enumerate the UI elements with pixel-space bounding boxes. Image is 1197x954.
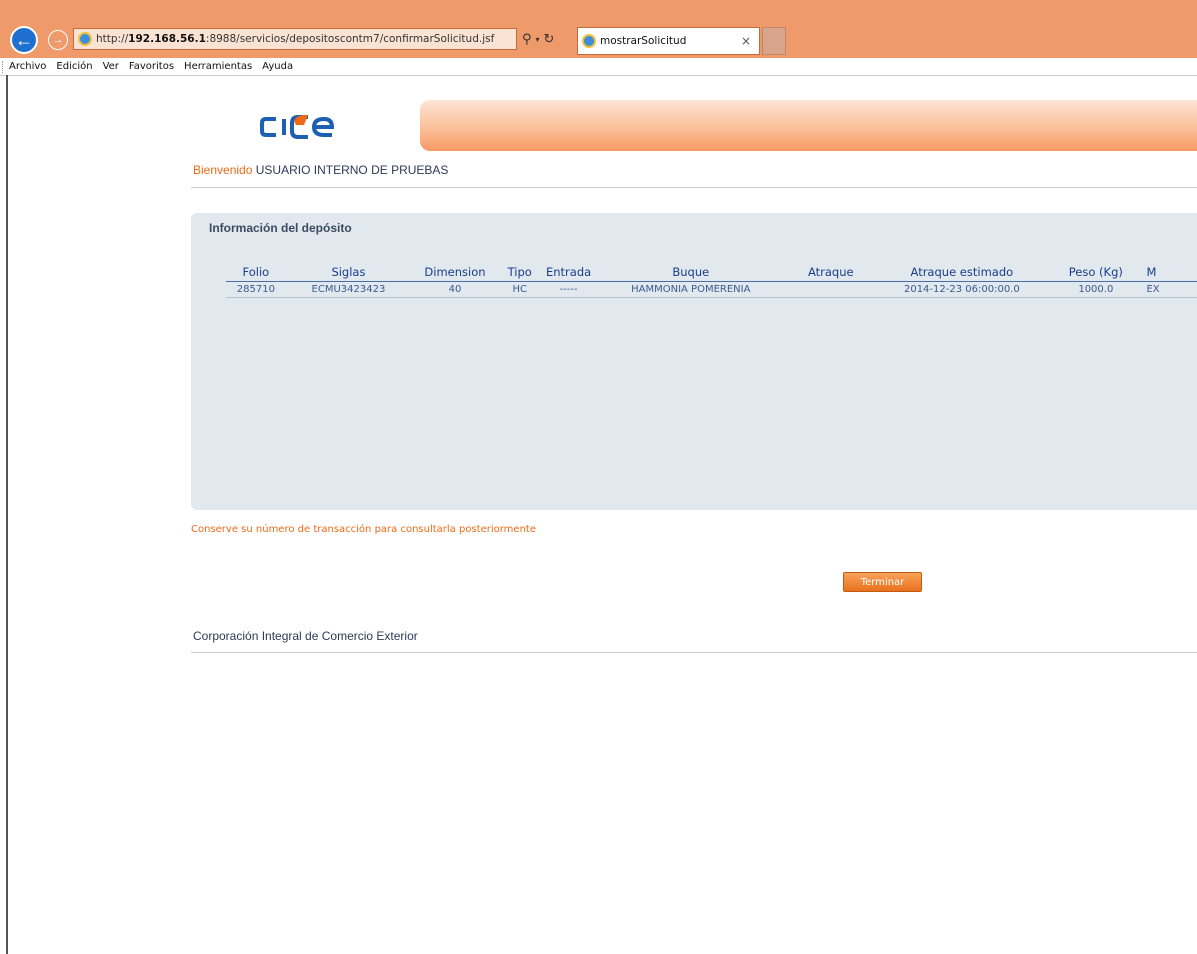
- cell-peso: 1000.0: [1047, 281, 1145, 298]
- dropdown-icon[interactable]: ▾: [536, 35, 540, 44]
- column-header-siglas: Siglas: [285, 263, 412, 282]
- footer-text: Corporación Integral de Comercio Exterio…: [193, 629, 418, 643]
- menu-edicion[interactable]: Edición: [56, 61, 92, 72]
- column-header-tipo: Tipo: [498, 263, 541, 282]
- ie-page-icon: [78, 32, 92, 46]
- menu-bar: Archivo Edición Ver Favoritos Herramient…: [0, 58, 1197, 76]
- refresh-icon[interactable]: ↻: [544, 32, 555, 47]
- cell-buque: HAMMONIA POMERENIA: [596, 281, 786, 298]
- new-tab-button[interactable]: [762, 27, 786, 55]
- browser-titlebar: ← → http://192.168.56.1:8988/servicios/d…: [0, 0, 1197, 58]
- column-header-peso: Peso (Kg): [1047, 263, 1145, 282]
- cell-tipo: HC: [498, 281, 541, 298]
- forward-arrow-icon[interactable]: →: [48, 30, 68, 50]
- address-tools: ⚲ ▾ ↻: [522, 30, 572, 48]
- menu-grip: [2, 60, 9, 73]
- column-header-entrada: Entrada: [540, 263, 597, 282]
- url-prefix: http://: [96, 33, 129, 45]
- menu-archivo[interactable]: Archivo: [9, 61, 46, 72]
- browser-tab[interactable]: mostrarSolicitud ×: [577, 27, 760, 55]
- window-left-border: [6, 75, 8, 954]
- table-header-row: Folio Siglas Dimension Tipo Entrada Buqu…: [226, 263, 1197, 282]
- column-header-atraque-estimado: Atraque estimado: [876, 263, 1048, 282]
- column-header-atraque: Atraque: [785, 263, 877, 282]
- address-bar[interactable]: http://192.168.56.1:8988/servicios/depos…: [73, 28, 517, 50]
- welcome-message: Bienvenido USUARIO INTERNO DE PRUEBAS: [193, 163, 448, 177]
- divider-bottom: [191, 652, 1197, 653]
- divider-top: [191, 187, 1197, 188]
- back-arrow-icon[interactable]: ←: [10, 26, 38, 54]
- url-path: :8988/servicios/depositoscontm7/confirma…: [205, 33, 495, 45]
- tab-title: mostrarSolicitud: [600, 35, 687, 47]
- column-header-m: M: [1144, 263, 1197, 282]
- menu-herramientas[interactable]: Herramientas: [184, 61, 252, 72]
- deposit-table: Folio Siglas Dimension Tipo Entrada Buqu…: [226, 263, 1197, 298]
- menu-favoritos[interactable]: Favoritos: [129, 61, 174, 72]
- panel-title: Información del depósito: [209, 221, 352, 235]
- close-tab-icon[interactable]: ×: [741, 34, 751, 48]
- welcome-word: Bienvenido: [193, 163, 253, 177]
- cell-atraque: [785, 281, 877, 298]
- cell-atraque-estimado: 2014-12-23 06:00:00.0: [876, 281, 1048, 298]
- column-header-folio: Folio: [226, 263, 286, 282]
- user-name: USUARIO INTERNO DE PRUEBAS: [255, 163, 449, 177]
- column-header-buque: Buque: [596, 263, 786, 282]
- cell-m: EX: [1144, 281, 1197, 298]
- cell-dimension: 40: [411, 281, 499, 298]
- menu-ayuda[interactable]: Ayuda: [262, 61, 293, 72]
- transaction-notice: Conserve su número de transacción para c…: [191, 524, 536, 535]
- search-icon[interactable]: ⚲: [522, 32, 532, 47]
- cice-logo: [260, 115, 335, 139]
- deposit-info-panel: Información del depósito Folio Siglas Di…: [191, 213, 1197, 510]
- header-banner: [420, 100, 1197, 151]
- ie-tab-icon: [582, 34, 596, 48]
- table-row: 285710 ECMU3423423 40 HC ----- HAMMONIA …: [226, 281, 1197, 298]
- terminar-button[interactable]: Terminar: [843, 572, 922, 592]
- cell-entrada: -----: [540, 281, 597, 298]
- column-header-dimension: Dimension: [411, 263, 499, 282]
- cell-folio: 285710: [226, 281, 286, 298]
- url-host: 192.168.56.1: [128, 33, 206, 45]
- menu-ver[interactable]: Ver: [103, 61, 119, 72]
- cell-siglas: ECMU3423423: [285, 281, 412, 298]
